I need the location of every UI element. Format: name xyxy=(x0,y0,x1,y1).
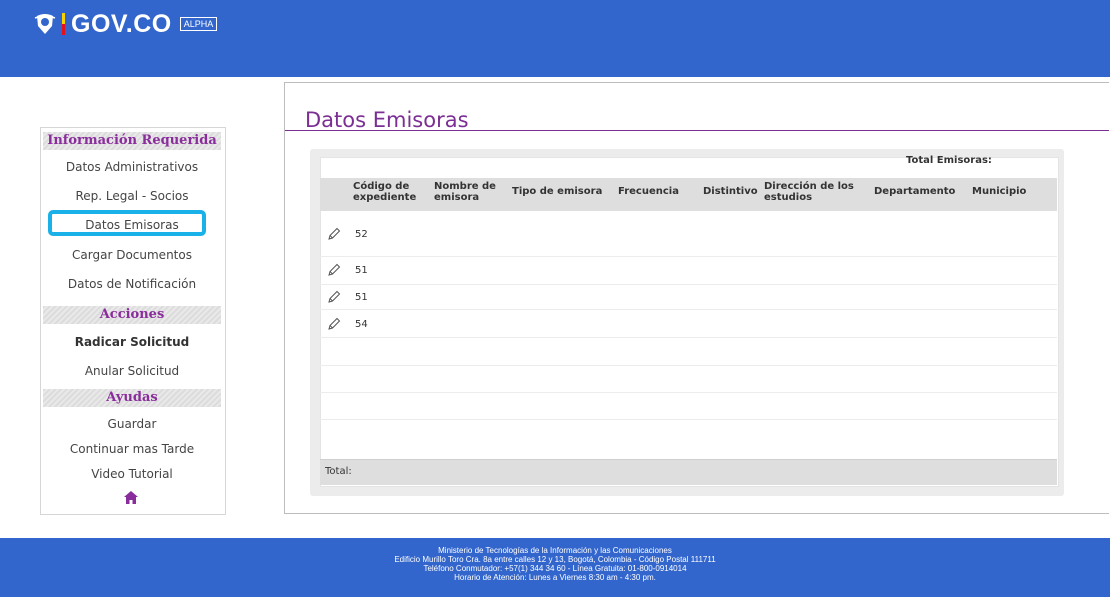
brand-label: GOV.CO xyxy=(71,9,172,38)
footer-line: Horario de Atención: Lunes a Viernes 8:3… xyxy=(454,573,656,582)
row-divider xyxy=(320,419,1057,420)
sidebar-item-continuar-mas-tarde[interactable]: Continuar mas Tarde xyxy=(40,441,224,457)
table-footer xyxy=(320,459,1057,485)
sidebar-item-radicar-solicitud[interactable]: Radicar Solicitud xyxy=(40,334,224,350)
govco-logo[interactable]: GOV.CO ALPHA xyxy=(34,9,218,38)
total-label: Total: xyxy=(325,466,352,477)
cell-codigo: 51 xyxy=(355,265,368,276)
pencil-icon[interactable] xyxy=(327,290,341,304)
row-divider xyxy=(320,392,1057,393)
cell-codigo: 54 xyxy=(355,319,368,330)
row-divider xyxy=(320,365,1057,366)
sidebar-item-datos-administrativos[interactable]: Datos Administrativos xyxy=(40,159,224,175)
sidebar-item-datos-notificacion[interactable]: Datos de Notificación xyxy=(40,276,224,292)
sidebar-item-anular-solicitud[interactable]: Anular Solicitud xyxy=(40,363,224,379)
footer-line: Edificio Murillo Toro Cra. 8a entre call… xyxy=(394,555,716,564)
column-header-codigo[interactable]: Código de expediente xyxy=(353,181,416,203)
pencil-icon[interactable] xyxy=(327,317,341,331)
pencil-icon[interactable] xyxy=(327,227,341,241)
title-divider xyxy=(285,130,1109,131)
site-footer: Ministerio de Tecnologías de la Informac… xyxy=(0,538,1110,597)
footer-line: Teléfono Conmutador: +57(1) 344 34 60 - … xyxy=(423,564,687,573)
row-divider xyxy=(320,337,1057,338)
column-header-frecuencia[interactable]: Frecuencia xyxy=(618,186,688,197)
column-header-nombre[interactable]: Nombre de emisora xyxy=(434,181,496,203)
cell-codigo: 52 xyxy=(355,229,368,240)
column-header-direccion[interactable]: Dirección de los estudios xyxy=(764,181,854,203)
home-icon[interactable] xyxy=(124,491,138,504)
sidebar-item-rep-legal-socios[interactable]: Rep. Legal - Socios xyxy=(40,188,224,204)
footer-line: Ministerio de Tecnologías de la Informac… xyxy=(438,546,672,555)
pencil-icon[interactable] xyxy=(327,263,341,277)
page-title: Datos Emisoras xyxy=(305,108,469,132)
top-bar: GOV.CO ALPHA xyxy=(0,0,1110,77)
coat-of-arms-icon xyxy=(34,14,56,34)
sidebar-item-guardar[interactable]: Guardar xyxy=(40,416,224,432)
sidebar-item-video-tutorial[interactable]: Video Tutorial xyxy=(40,466,224,482)
alpha-badge: ALPHA xyxy=(179,17,218,31)
cell-codigo: 51 xyxy=(355,292,368,303)
total-emisoras-label: Total Emisoras: xyxy=(906,155,992,166)
section-header-informacion-requerida: Información Requerida xyxy=(43,132,221,150)
sidebar-item-cargar-documentos[interactable]: Cargar Documentos xyxy=(40,247,224,263)
column-header-departamento[interactable]: Departamento xyxy=(874,186,955,197)
section-header-acciones: Acciones xyxy=(43,306,221,324)
flag-bar xyxy=(62,13,65,35)
selected-item-highlight xyxy=(48,210,206,236)
row-divider xyxy=(320,284,1057,285)
row-divider xyxy=(320,309,1057,310)
column-header-tipo[interactable]: Tipo de emisora xyxy=(512,186,612,197)
column-header-distintivo[interactable]: Distintivo xyxy=(703,186,763,197)
row-divider xyxy=(320,256,1057,257)
section-header-ayudas: Ayudas xyxy=(43,389,221,407)
column-header-municipio[interactable]: Municipio xyxy=(972,186,1032,197)
